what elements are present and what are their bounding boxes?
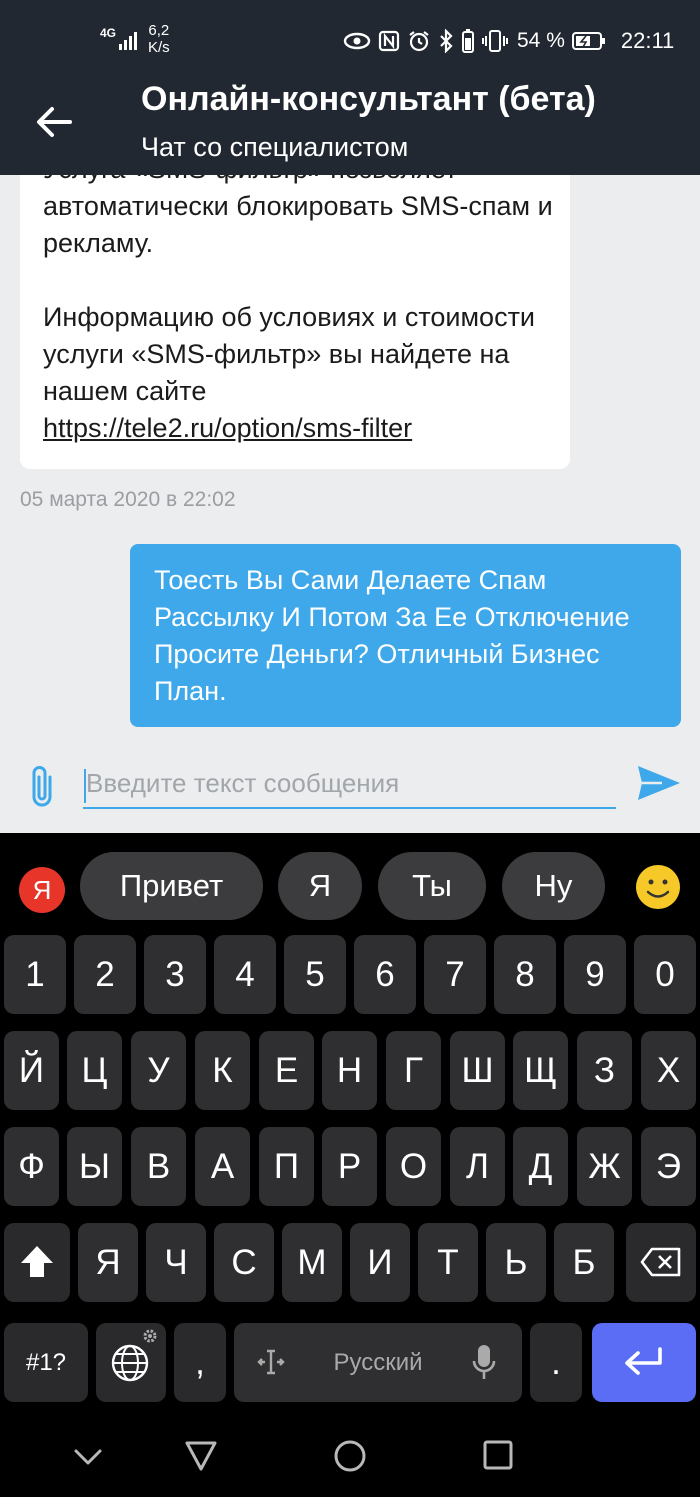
recents-nav-icon[interactable] (482, 1439, 514, 1471)
key-letter[interactable]: Ф (4, 1127, 59, 1206)
hide-keyboard-icon[interactable] (72, 1445, 104, 1469)
battery-percent: 54 % (517, 29, 565, 52)
sms-filter-link[interactable]: https://tele2.ru/option/sms-filter (43, 413, 412, 443)
key-letter[interactable]: В (131, 1127, 186, 1206)
key-letter[interactable]: К (195, 1031, 250, 1110)
shift-arrow-icon (21, 1246, 53, 1277)
incoming-message: Услуга «SMS-фильтр» позволяет автоматиче… (20, 175, 570, 469)
status-bar: 4G 6,2 K/s 54 % 22:11 (0, 0, 700, 80)
keyboard: Я Привет Я Ты Ну 1 2 3 4 5 6 7 8 9 0 Й Ц… (0, 833, 700, 1417)
symbols-key[interactable]: #1? (4, 1323, 88, 1402)
header: 4G 6,2 K/s 54 % 22:11 Онлайн-консультант… (0, 0, 700, 175)
key-5[interactable]: 5 (284, 935, 346, 1014)
suggestion-chip[interactable]: Ты (378, 852, 486, 920)
globe-icon (111, 1344, 149, 1382)
key-letter[interactable]: А (195, 1127, 250, 1206)
key-letter[interactable]: Л (450, 1127, 505, 1206)
key-letter[interactable]: Р (322, 1127, 377, 1206)
key-letter[interactable]: У (131, 1031, 186, 1110)
key-9[interactable]: 9 (564, 935, 626, 1014)
message-input-placeholder: Введите текст сообщения (86, 768, 400, 798)
navigation-bar (0, 1417, 700, 1497)
key-letter[interactable]: Ж (577, 1127, 632, 1206)
key-1[interactable]: 1 (4, 935, 66, 1014)
key-3[interactable]: 3 (144, 935, 206, 1014)
key-letter[interactable]: Э (641, 1127, 696, 1206)
battery-saver-icon (462, 29, 474, 53)
key-letter[interactable]: Т (418, 1223, 478, 1302)
message-timestamp: 05 марта 2020 в 22:02 (20, 488, 236, 511)
space-key[interactable]: Русский (234, 1323, 522, 1402)
paperclip-icon[interactable] (26, 763, 60, 811)
eye-icon (343, 32, 371, 50)
battery-icon (571, 32, 605, 50)
status-icons: 54 % 22:11 (343, 26, 674, 56)
back-nav-icon[interactable] (184, 1439, 218, 1473)
enter-key[interactable] (592, 1323, 696, 1402)
signal-icon (119, 32, 137, 50)
space-key-inner: Русский (234, 1323, 522, 1402)
key-letter[interactable]: Е (259, 1031, 314, 1110)
language-key[interactable] (96, 1323, 166, 1402)
shift-key[interactable] (4, 1223, 70, 1302)
suggestion-chip[interactable]: Я (278, 852, 362, 920)
key-letter[interactable]: Ч (146, 1223, 206, 1302)
yandex-logo[interactable]: Я (19, 867, 65, 913)
back-button[interactable] (30, 98, 78, 146)
key-letter[interactable]: И (350, 1223, 410, 1302)
key-letter[interactable]: П (259, 1127, 314, 1206)
key-letter[interactable]: Ы (67, 1127, 122, 1206)
backspace-key[interactable] (626, 1223, 696, 1302)
key-4[interactable]: 4 (214, 935, 276, 1014)
chat-area[interactable]: Услуга «SMS-фильтр» позволяет автоматиче… (0, 175, 700, 833)
key-letter[interactable]: Х (641, 1031, 696, 1110)
key-letter[interactable]: Б (554, 1223, 614, 1302)
key-0[interactable]: 0 (634, 935, 696, 1014)
network-type: 4G (100, 26, 117, 40)
network-speed: 6,2 K/s (148, 22, 170, 56)
outgoing-message: Тоесть Вы Сами Делаете Спам Рассылку И П… (130, 544, 681, 727)
enter-icon (625, 1347, 662, 1375)
suggestion-chip[interactable]: Привет (80, 852, 263, 920)
suggestion-chip[interactable]: Ну (502, 852, 605, 920)
key-letter[interactable]: С (214, 1223, 274, 1302)
key-letter[interactable]: М (282, 1223, 342, 1302)
key-letter[interactable]: Ь (486, 1223, 546, 1302)
page-title: Онлайн-консультант (бета) (141, 80, 596, 118)
vibrate-icon (482, 30, 508, 52)
outgoing-message-text: Тоесть Вы Сами Делаете Спам Рассылку И П… (154, 565, 630, 706)
alarm-icon (409, 31, 429, 52)
microphone-icon[interactable] (472, 1343, 496, 1381)
key-8[interactable]: 8 (494, 935, 556, 1014)
message-input[interactable]: Введите текст сообщения (83, 763, 616, 809)
settings-gear-icon (143, 1329, 157, 1343)
key-letter[interactable]: Я (78, 1223, 138, 1302)
key-letter[interactable]: Ц (67, 1031, 122, 1110)
key-letter[interactable]: Ш (450, 1031, 505, 1110)
bluetooth-icon (440, 29, 453, 53)
key-letter[interactable]: Щ (513, 1031, 568, 1110)
smiley-icon[interactable] (634, 863, 682, 911)
key-letter[interactable]: Г (386, 1031, 441, 1110)
backspace-icon (640, 1247, 681, 1277)
period-key[interactable]: . (530, 1323, 582, 1402)
incoming-message-text: Услуга «SMS-фильтр» позволяет автоматиче… (43, 175, 553, 443)
clock: 22:11 (620, 28, 675, 53)
key-7[interactable]: 7 (424, 935, 486, 1014)
nfc-icon (378, 30, 400, 52)
key-letter[interactable]: Н (322, 1031, 377, 1110)
key-2[interactable]: 2 (74, 935, 136, 1014)
key-letter[interactable]: О (386, 1127, 441, 1206)
key-letter[interactable]: Й (4, 1031, 59, 1110)
home-nav-icon[interactable] (333, 1439, 367, 1473)
key-letter[interactable]: З (577, 1031, 632, 1110)
key-6[interactable]: 6 (354, 935, 416, 1014)
key-letter[interactable]: Д (513, 1127, 568, 1206)
comma-key[interactable]: , (174, 1323, 226, 1402)
send-icon[interactable] (636, 763, 682, 803)
page-subtitle: Чат со специалистом (141, 132, 409, 162)
